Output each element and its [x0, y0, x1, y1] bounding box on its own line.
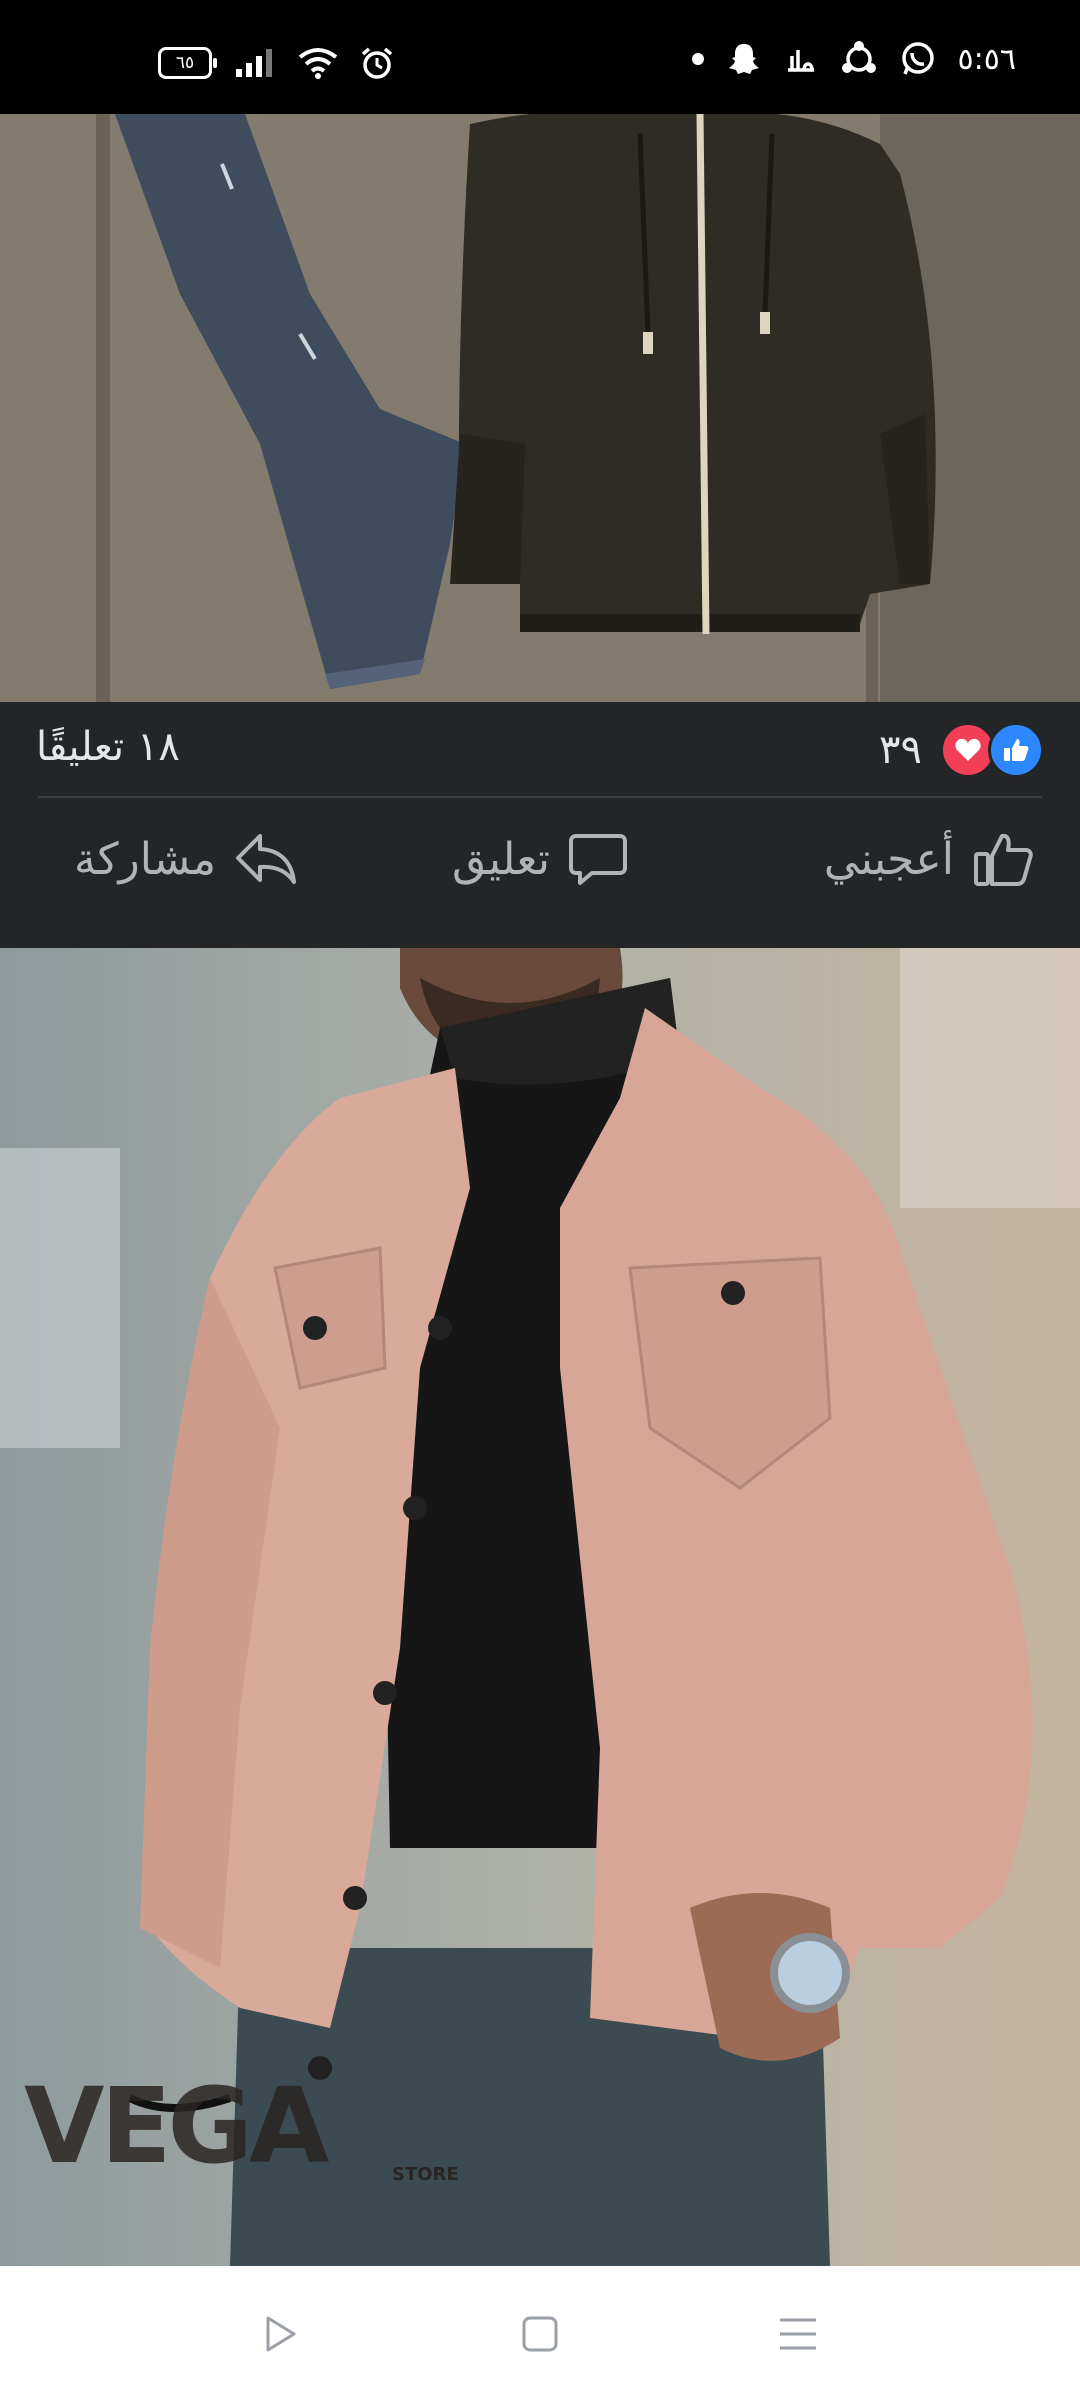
snapchat-icon: [728, 44, 759, 74]
system-nav-bar: [0, 2266, 1080, 2400]
post-image-pink-denim-jacket[interactable]: VEGA STORE: [0, 948, 1080, 2266]
share-label: مشاركة: [74, 833, 217, 885]
share-app-icon: [841, 41, 876, 73]
recents-button[interactable]: [774, 2310, 822, 2358]
menu-icon: [780, 2318, 816, 2350]
pink-jacket-illustration: [0, 948, 1080, 2266]
divider: [38, 796, 1042, 798]
status-right-icons: ٥:٥٦: [691, 40, 1016, 78]
thumbs-up-icon: [974, 833, 1033, 886]
alarm-icon: [361, 47, 393, 79]
whatsapp-icon: [901, 42, 934, 75]
post-image-jeans-jacket[interactable]: [0, 114, 1080, 702]
notification-dot: [691, 53, 704, 65]
battery-icon: ٦٥: [158, 47, 217, 79]
clock: ٥:٥٦: [957, 41, 1016, 77]
reactions-count: ٣٩: [879, 727, 922, 773]
back-button[interactable]: [256, 2310, 304, 2358]
signal-icon: [236, 49, 272, 77]
comment-label: تعليق: [452, 833, 551, 885]
like-button[interactable]: أعجبني: [824, 830, 1034, 888]
vega-store-watermark: VEGA STORE: [24, 2065, 484, 2190]
comments-count[interactable]: ١٨ تعليقًا: [36, 724, 180, 770]
like-label: أعجبني: [823, 833, 954, 885]
back-icon: [266, 2316, 296, 2352]
share-arrow-icon: [236, 834, 297, 884]
share-button[interactable]: مشاركة: [74, 830, 298, 888]
battery-level: ٦٥: [175, 52, 195, 73]
svg-text:VEGA: VEGA: [24, 2076, 329, 2186]
status-bar: ٦٥ ٥:٥٦: [0, 0, 1080, 114]
wifi-icon: [298, 48, 338, 79]
home-button[interactable]: [516, 2310, 564, 2358]
speech-bubble-icon: [569, 834, 628, 885]
reactions-summary[interactable]: ٣٩: [879, 722, 1044, 778]
talabat-icon: [787, 50, 814, 72]
status-left-icons: ٦٥: [158, 46, 394, 80]
home-icon: [522, 2316, 558, 2352]
like-icon: [988, 722, 1044, 778]
comment-button[interactable]: تعليق: [452, 830, 628, 888]
jeans-jacket-illustration: [0, 114, 1080, 702]
svg-text:STORE: STORE: [392, 2164, 459, 2185]
